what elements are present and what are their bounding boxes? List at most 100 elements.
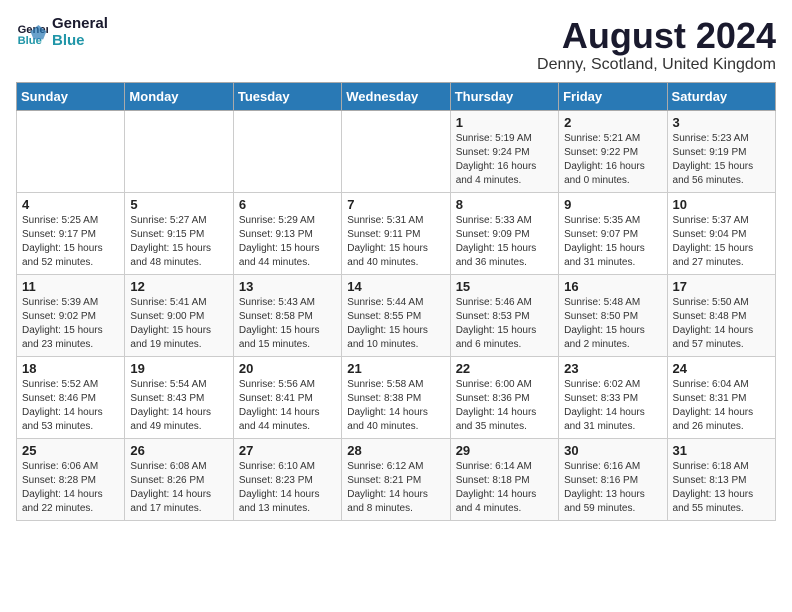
- day-info: Sunrise: 5:50 AMSunset: 8:48 PMDaylight:…: [673, 296, 770, 352]
- day-info: Sunrise: 6:12 AMSunset: 8:21 PMDaylight:…: [347, 460, 444, 516]
- calendar-cell: 3 Sunrise: 5:23 AMSunset: 9:19 PMDaylight…: [667, 110, 775, 192]
- day-number: 26: [130, 443, 227, 458]
- day-number: 1: [456, 115, 553, 130]
- calendar-cell: [233, 110, 341, 192]
- calendar-week-row: 25 Sunrise: 6:06 AMSunset: 8:28 PMDayligh…: [17, 438, 776, 520]
- weekday-header: Saturday: [667, 82, 775, 110]
- day-info: Sunrise: 5:41 AMSunset: 9:00 PMDaylight:…: [130, 296, 227, 352]
- logo-general: General: [52, 16, 108, 33]
- logo-icon: General Blue: [16, 17, 48, 49]
- title-block: August 2024 Denny, Scotland, United King…: [537, 16, 776, 74]
- day-info: Sunrise: 5:37 AMSunset: 9:04 PMDaylight:…: [673, 214, 770, 270]
- day-number: 21: [347, 361, 444, 376]
- day-info: Sunrise: 5:39 AMSunset: 9:02 PMDaylight:…: [22, 296, 119, 352]
- weekday-header: Sunday: [17, 82, 125, 110]
- calendar-cell: [17, 110, 125, 192]
- day-info: Sunrise: 5:19 AMSunset: 9:24 PMDaylight:…: [456, 132, 553, 188]
- day-info: Sunrise: 5:25 AMSunset: 9:17 PMDaylight:…: [22, 214, 119, 270]
- calendar-cell: 24Sunrise: 6:04 AMSunset: 8:31 PMDayligh…: [667, 356, 775, 438]
- calendar-cell: 29 Sunrise: 6:14 AMSunset: 8:18 PMDayligh…: [450, 438, 558, 520]
- calendar-cell: 6 Sunrise: 5:29 AMSunset: 9:13 PMDaylight…: [233, 192, 341, 274]
- calendar-cell: 14Sunrise: 5:44 AMSunset: 8:55 PMDayligh…: [342, 274, 450, 356]
- calendar-week-row: 18 Sunrise: 5:52 AMSunset: 8:46 PMDayligh…: [17, 356, 776, 438]
- weekday-header-row: SundayMondayTuesdayWednesdayThursdayFrid…: [17, 82, 776, 110]
- calendar-cell: 25 Sunrise: 6:06 AMSunset: 8:28 PMDayligh…: [17, 438, 125, 520]
- day-number: 3: [673, 115, 770, 130]
- day-info: Sunrise: 5:46 AMSunset: 8:53 PMDaylight:…: [456, 296, 553, 352]
- calendar-week-row: 11 Sunrise: 5:39 AMSunset: 9:02 PMDayligh…: [17, 274, 776, 356]
- day-info: Sunrise: 5:31 AMSunset: 9:11 PMDaylight:…: [347, 214, 444, 270]
- calendar-cell: 12 Sunrise: 5:41 AMSunset: 9:00 PMDayligh…: [125, 274, 233, 356]
- day-number: 6: [239, 197, 336, 212]
- day-number: 2: [564, 115, 661, 130]
- day-info: Sunrise: 5:54 AMSunset: 8:43 PMDaylight:…: [130, 378, 227, 434]
- day-info: Sunrise: 6:10 AMSunset: 8:23 PMDaylight:…: [239, 460, 336, 516]
- logo: General Blue General Blue: [16, 16, 108, 49]
- calendar-title: August 2024: [537, 16, 776, 56]
- day-number: 16: [564, 279, 661, 294]
- calendar-cell: 19Sunrise: 5:54 AMSunset: 8:43 PMDayligh…: [125, 356, 233, 438]
- calendar-cell: 13Sunrise: 5:43 AMSunset: 8:58 PMDayligh…: [233, 274, 341, 356]
- calendar-cell: [342, 110, 450, 192]
- day-number: 22: [456, 361, 553, 376]
- calendar-cell: 30 Sunrise: 6:16 AMSunset: 8:16 PMDayligh…: [559, 438, 667, 520]
- day-info: Sunrise: 6:06 AMSunset: 8:28 PMDaylight:…: [22, 460, 119, 516]
- calendar-cell: 17 Sunrise: 5:50 AMSunset: 8:48 PMDayligh…: [667, 274, 775, 356]
- calendar-cell: 31 Sunrise: 6:18 AMSunset: 8:13 PMDayligh…: [667, 438, 775, 520]
- day-number: 25: [22, 443, 119, 458]
- calendar-table: SundayMondayTuesdayWednesdayThursdayFrid…: [16, 82, 776, 521]
- logo-blue: Blue: [52, 33, 108, 50]
- day-info: Sunrise: 6:14 AMSunset: 8:18 PMDaylight:…: [456, 460, 553, 516]
- day-info: Sunrise: 5:23 AMSunset: 9:19 PMDaylight:…: [673, 132, 770, 188]
- calendar-cell: 16 Sunrise: 5:48 AMSunset: 8:50 PMDayligh…: [559, 274, 667, 356]
- day-number: 7: [347, 197, 444, 212]
- calendar-subtitle: Denny, Scotland, United Kingdom: [537, 56, 776, 74]
- calendar-cell: 1 Sunrise: 5:19 AMSunset: 9:24 PMDaylight…: [450, 110, 558, 192]
- calendar-cell: 18 Sunrise: 5:52 AMSunset: 8:46 PMDayligh…: [17, 356, 125, 438]
- day-number: 23: [564, 361, 661, 376]
- calendar-week-row: 1 Sunrise: 5:19 AMSunset: 9:24 PMDaylight…: [17, 110, 776, 192]
- day-number: 17: [673, 279, 770, 294]
- day-number: 29: [456, 443, 553, 458]
- day-info: Sunrise: 5:27 AMSunset: 9:15 PMDaylight:…: [130, 214, 227, 270]
- calendar-cell: 28 Sunrise: 6:12 AMSunset: 8:21 PMDayligh…: [342, 438, 450, 520]
- weekday-header: Thursday: [450, 82, 558, 110]
- day-info: Sunrise: 5:58 AMSunset: 8:38 PMDaylight:…: [347, 378, 444, 434]
- calendar-cell: 27 Sunrise: 6:10 AMSunset: 8:23 PMDayligh…: [233, 438, 341, 520]
- day-number: 8: [456, 197, 553, 212]
- calendar-cell: 26 Sunrise: 6:08 AMSunset: 8:26 PMDayligh…: [125, 438, 233, 520]
- day-info: Sunrise: 5:48 AMSunset: 8:50 PMDaylight:…: [564, 296, 661, 352]
- weekday-header: Wednesday: [342, 82, 450, 110]
- day-info: Sunrise: 6:00 AMSunset: 8:36 PMDaylight:…: [456, 378, 553, 434]
- day-number: 24: [673, 361, 770, 376]
- day-number: 12: [130, 279, 227, 294]
- day-number: 18: [22, 361, 119, 376]
- day-info: Sunrise: 5:29 AMSunset: 9:13 PMDaylight:…: [239, 214, 336, 270]
- day-info: Sunrise: 6:18 AMSunset: 8:13 PMDaylight:…: [673, 460, 770, 516]
- day-number: 31: [673, 443, 770, 458]
- day-number: 11: [22, 279, 119, 294]
- day-info: Sunrise: 6:08 AMSunset: 8:26 PMDaylight:…: [130, 460, 227, 516]
- day-info: Sunrise: 6:16 AMSunset: 8:16 PMDaylight:…: [564, 460, 661, 516]
- calendar-cell: 11 Sunrise: 5:39 AMSunset: 9:02 PMDayligh…: [17, 274, 125, 356]
- day-number: 4: [22, 197, 119, 212]
- day-number: 15: [456, 279, 553, 294]
- day-info: Sunrise: 5:52 AMSunset: 8:46 PMDaylight:…: [22, 378, 119, 434]
- weekday-header: Friday: [559, 82, 667, 110]
- day-info: Sunrise: 5:21 AMSunset: 9:22 PMDaylight:…: [564, 132, 661, 188]
- calendar-cell: 4 Sunrise: 5:25 AMSunset: 9:17 PMDaylight…: [17, 192, 125, 274]
- day-number: 28: [347, 443, 444, 458]
- day-number: 30: [564, 443, 661, 458]
- calendar-cell: 23Sunrise: 6:02 AMSunset: 8:33 PMDayligh…: [559, 356, 667, 438]
- page-header: General Blue General Blue August 2024 De…: [16, 16, 776, 74]
- calendar-cell: 20 Sunrise: 5:56 AMSunset: 8:41 PMDayligh…: [233, 356, 341, 438]
- calendar-cell: 10Sunrise: 5:37 AMSunset: 9:04 PMDayligh…: [667, 192, 775, 274]
- calendar-cell: 5Sunrise: 5:27 AMSunset: 9:15 PMDaylight…: [125, 192, 233, 274]
- day-number: 20: [239, 361, 336, 376]
- day-info: Sunrise: 5:44 AMSunset: 8:55 PMDaylight:…: [347, 296, 444, 352]
- day-info: Sunrise: 5:56 AMSunset: 8:41 PMDaylight:…: [239, 378, 336, 434]
- day-number: 9: [564, 197, 661, 212]
- day-info: Sunrise: 5:33 AMSunset: 9:09 PMDaylight:…: [456, 214, 553, 270]
- day-info: Sunrise: 5:35 AMSunset: 9:07 PMDaylight:…: [564, 214, 661, 270]
- day-number: 27: [239, 443, 336, 458]
